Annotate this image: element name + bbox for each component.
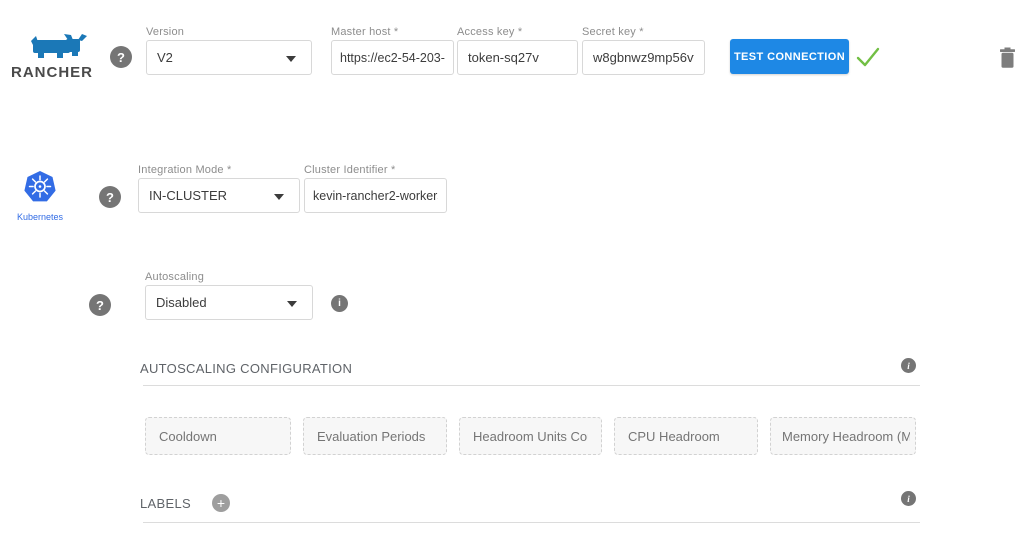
rancher-logo: RANCHER xyxy=(11,34,106,81)
autoscaling-configuration-divider xyxy=(143,385,920,386)
evaluation-periods-input xyxy=(304,429,446,444)
version-value: V2 xyxy=(157,50,173,65)
autoscaling-info-icon[interactable]: i xyxy=(331,295,348,312)
secret-key-label: Secret key * xyxy=(582,26,705,38)
evaluation-periods-field xyxy=(303,417,447,455)
master-host-input[interactable] xyxy=(340,51,445,65)
autoscaling-label: Autoscaling xyxy=(145,271,313,283)
integration-mode-select[interactable]: Integration Mode * IN-CLUSTER xyxy=(138,164,300,213)
rancher-logo-text: RANCHER xyxy=(11,64,106,81)
access-key-group: Access key * xyxy=(457,26,578,75)
cluster-identifier-group: Cluster Identifier * xyxy=(304,164,447,213)
master-host-group: Master host * xyxy=(331,26,454,75)
master-host-label: Master host * xyxy=(331,26,454,38)
cooldown-field xyxy=(145,417,291,455)
chevron-down-icon xyxy=(287,301,297,307)
kubernetes-logo: Kubernetes xyxy=(9,169,71,222)
cooldown-input xyxy=(146,429,290,444)
kubernetes-help-icon[interactable]: ? xyxy=(99,186,121,208)
rancher-bull-icon xyxy=(30,34,88,58)
labels-info-icon[interactable]: i xyxy=(901,491,916,506)
cluster-identifier-input[interactable] xyxy=(313,189,438,203)
labels-divider xyxy=(143,522,920,523)
add-label-button[interactable]: + xyxy=(212,494,230,512)
connection-success-check-icon xyxy=(855,45,881,74)
delete-integration-button[interactable] xyxy=(998,47,1016,69)
headroom-units-count-input xyxy=(460,429,601,444)
kubernetes-logo-text: Kubernetes xyxy=(9,212,71,222)
trash-icon xyxy=(999,47,1016,68)
cluster-identifier-label: Cluster Identifier * xyxy=(304,164,447,176)
autoscaling-configuration-info-icon[interactable]: i xyxy=(901,358,916,373)
headroom-units-count-field xyxy=(459,417,602,455)
version-select[interactable]: Version V2 xyxy=(146,26,312,75)
integration-mode-value: IN-CLUSTER xyxy=(149,188,227,203)
access-key-input[interactable] xyxy=(468,50,567,65)
secret-key-group: Secret key * xyxy=(582,26,705,75)
autoscaling-select[interactable]: Autoscaling Disabled xyxy=(145,271,313,320)
test-connection-button[interactable]: TEST CONNECTION xyxy=(730,39,849,74)
cpu-headroom-field xyxy=(614,417,758,455)
memory-headroom-field xyxy=(770,417,916,455)
rancher-help-icon[interactable]: ? xyxy=(110,46,132,68)
memory-headroom-input xyxy=(771,429,915,444)
version-label: Version xyxy=(146,26,312,38)
integration-settings-page: RANCHER ? Version V2 Master host * Acces… xyxy=(0,0,1024,550)
chevron-down-icon xyxy=(274,194,284,200)
cpu-headroom-input xyxy=(615,429,757,444)
autoscaling-configuration-title: AUTOSCALING CONFIGURATION xyxy=(140,361,352,376)
kubernetes-helm-icon xyxy=(22,169,58,205)
labels-section-title: LABELS xyxy=(140,496,191,511)
autoscaling-help-icon[interactable]: ? xyxy=(89,294,111,316)
secret-key-input[interactable] xyxy=(593,50,694,65)
access-key-label: Access key * xyxy=(457,26,578,38)
integration-mode-label: Integration Mode * xyxy=(138,164,300,176)
chevron-down-icon xyxy=(286,56,296,62)
autoscaling-value: Disabled xyxy=(156,295,207,310)
